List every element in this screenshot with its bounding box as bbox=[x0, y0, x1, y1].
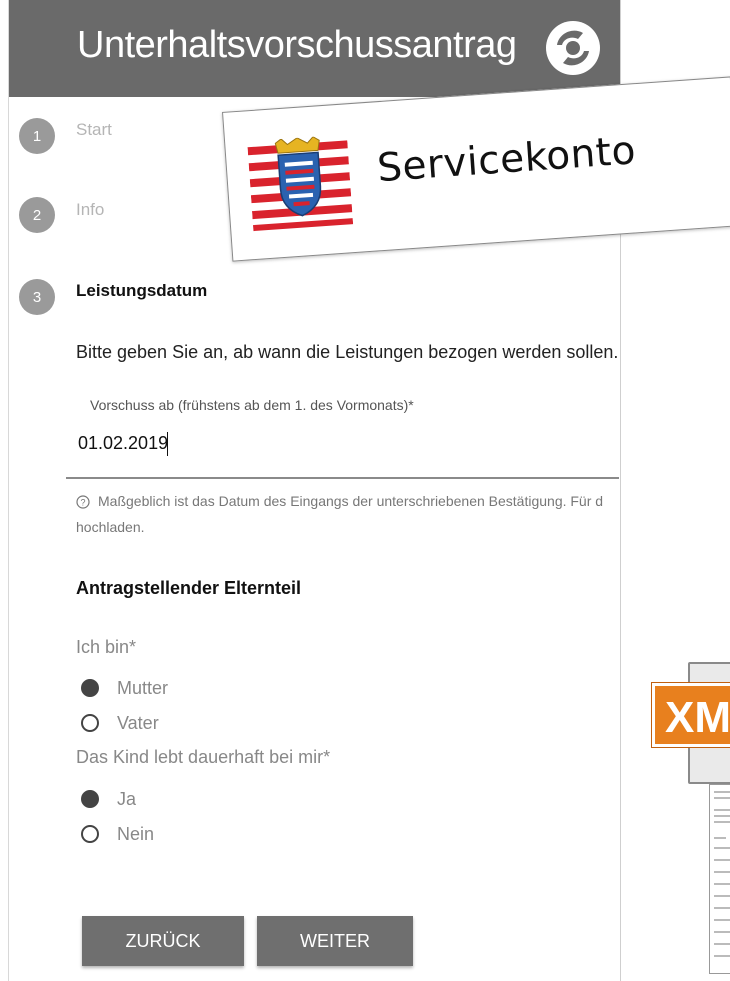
question-residence-label: Das Kind lebt dauerhaft bei mir* bbox=[76, 747, 331, 767]
help-circle-icon: ? bbox=[76, 495, 90, 509]
hessen-coat-of-arms-icon bbox=[247, 136, 354, 232]
radio-vater[interactable] bbox=[81, 714, 99, 732]
date-input-underline bbox=[66, 477, 619, 479]
text-caret bbox=[167, 432, 168, 456]
step-1-indicator[interactable]: 1 bbox=[19, 118, 55, 154]
back-button[interactable]: ZURÜCK bbox=[82, 916, 244, 966]
app-logo-icon bbox=[546, 21, 600, 75]
question-parent-label: Ich bin* bbox=[76, 637, 137, 657]
document-thumbnail bbox=[709, 784, 730, 974]
radio-vater-label[interactable]: Vater bbox=[117, 713, 159, 734]
hint-text-line2: hochladen. bbox=[76, 519, 145, 535]
date-field-label: Vorschuss ab (frühstens ab dem 1. des Vo… bbox=[90, 397, 414, 413]
step-2-label[interactable]: Info bbox=[76, 200, 104, 220]
step-3-indicator[interactable]: 3 bbox=[19, 279, 55, 315]
radio-ja-label[interactable]: Ja bbox=[117, 789, 136, 810]
radio-ja[interactable] bbox=[81, 790, 99, 808]
app-title: Unterhaltsvorschussantrag bbox=[77, 24, 517, 66]
radio-mutter-label[interactable]: Mutter bbox=[117, 678, 168, 699]
radio-mutter[interactable] bbox=[81, 679, 99, 697]
step-2-indicator[interactable]: 2 bbox=[19, 197, 55, 233]
servicekonto-label: Servicekonto bbox=[375, 128, 638, 192]
app-header: Unterhaltsvorschussantrag bbox=[9, 0, 620, 97]
xml-file-tag: XML bbox=[651, 682, 730, 748]
section-title: Antragstellender Elternteil bbox=[76, 578, 302, 598]
instruction-text: Bitte geben Sie an, ab wann die Leistung… bbox=[76, 342, 619, 362]
radio-nein-label[interactable]: Nein bbox=[117, 824, 154, 845]
svg-text:?: ? bbox=[80, 498, 85, 508]
step-3-label: Leistungsdatum bbox=[76, 281, 208, 300]
hint-text-line1: Maßgeblich ist das Datum des Eingangs de… bbox=[98, 493, 604, 509]
radio-nein[interactable] bbox=[81, 825, 99, 843]
date-input[interactable]: 01.02.2019 bbox=[78, 433, 168, 454]
step-1-label[interactable]: Start bbox=[76, 120, 112, 140]
next-button[interactable]: WEITER bbox=[257, 916, 413, 966]
